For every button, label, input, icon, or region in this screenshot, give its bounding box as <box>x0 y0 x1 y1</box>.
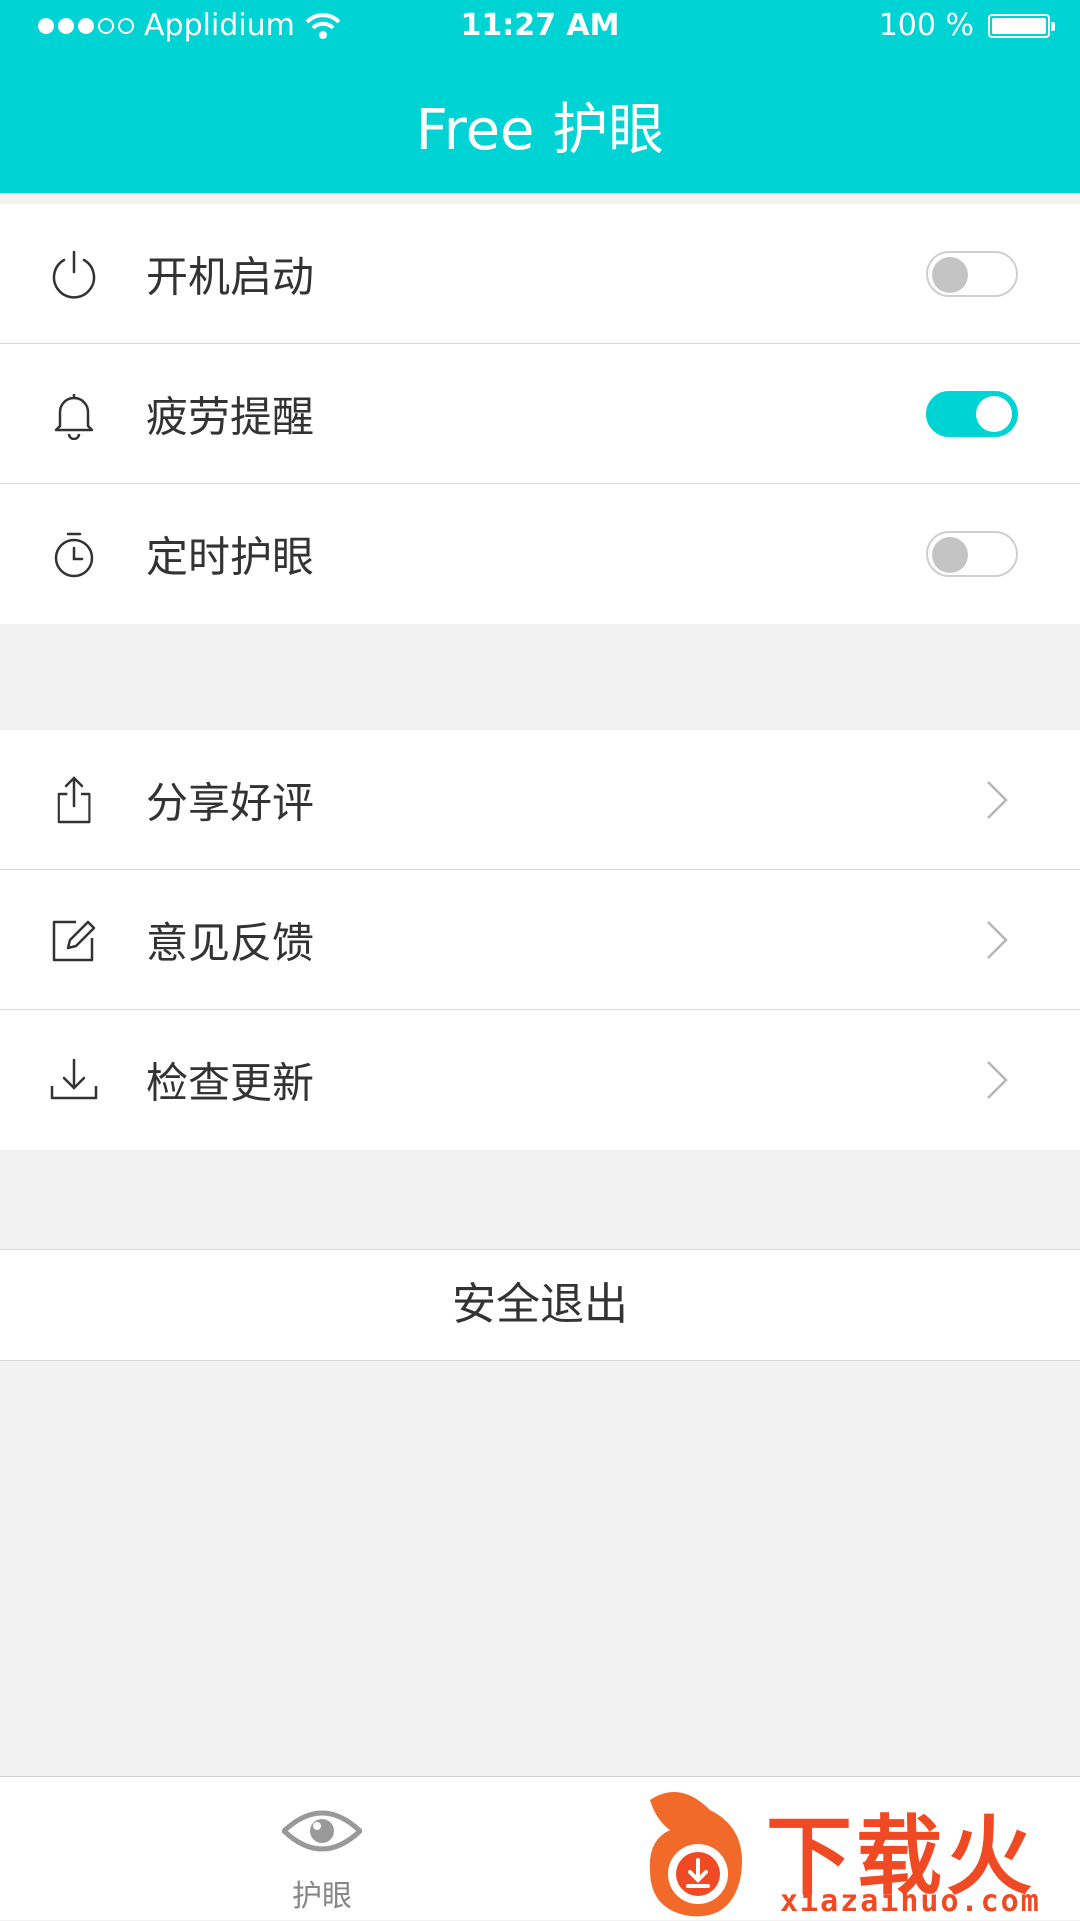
watermark-logo-icon <box>649 1792 742 1917</box>
actions-group: 分享好评 意见反馈 检查更新 <box>0 730 1080 1150</box>
setting-row-timer[interactable]: 定时护眼 <box>0 484 1080 624</box>
download-icon <box>50 1058 98 1100</box>
logout-button[interactable]: 安全退出 <box>0 1249 1080 1361</box>
settings-group: 开机启动 疲劳提醒 定时护眼 <box>0 204 1080 624</box>
power-icon <box>52 250 96 298</box>
battery-percent: 100 % <box>878 8 974 43</box>
action-row-share[interactable]: 分享好评 <box>0 730 1080 870</box>
toggle-knob <box>932 537 968 573</box>
share-icon <box>57 775 91 823</box>
edit-icon <box>52 920 96 961</box>
timer-icon <box>54 532 94 578</box>
watermark: 下载火 xiazaihuo.com <box>640 1780 1080 1920</box>
watermark-url: xiazaihuo.com <box>780 1884 1041 1919</box>
bell-icon <box>54 393 94 440</box>
setting-label: 疲劳提醒 <box>146 392 315 441</box>
action-label: 检查更新 <box>146 1058 315 1108</box>
setting-label: 开机启动 <box>146 252 315 301</box>
tab-label: 护眼 <box>292 1879 352 1914</box>
battery-icon <box>988 13 1055 38</box>
autostart-toggle[interactable] <box>926 250 1018 297</box>
action-label: 意见反馈 <box>146 918 315 967</box>
status-right: 100 % <box>878 8 1055 43</box>
chevron-right-icon <box>987 920 1008 959</box>
setting-label: 定时护眼 <box>146 532 315 582</box>
chevron-right-icon <box>987 1061 1008 1099</box>
action-label: 分享好评 <box>146 778 315 827</box>
app-header: Applidium 11:27 AM 100 % Free 护眼 <box>0 0 1080 193</box>
timer-toggle[interactable] <box>926 531 1018 577</box>
setting-row-autostart[interactable]: 开机启动 <box>0 204 1080 344</box>
status-bar: Applidium 11:27 AM 100 % <box>0 0 1080 54</box>
action-row-check-update[interactable]: 检查更新 <box>0 1010 1080 1150</box>
chevron-right-icon <box>987 780 1008 819</box>
page-title: Free 护眼 <box>415 98 665 163</box>
fatigue-reminder-toggle[interactable] <box>926 390 1018 437</box>
toggle-knob <box>976 395 1012 432</box>
tab-eye-care[interactable]: 护眼 <box>222 1777 422 1921</box>
eye-icon <box>282 1810 362 1852</box>
action-row-feedback[interactable]: 意见反馈 <box>0 870 1080 1010</box>
setting-row-fatigue-reminder[interactable]: 疲劳提醒 <box>0 344 1080 484</box>
toggle-knob <box>932 256 968 293</box>
